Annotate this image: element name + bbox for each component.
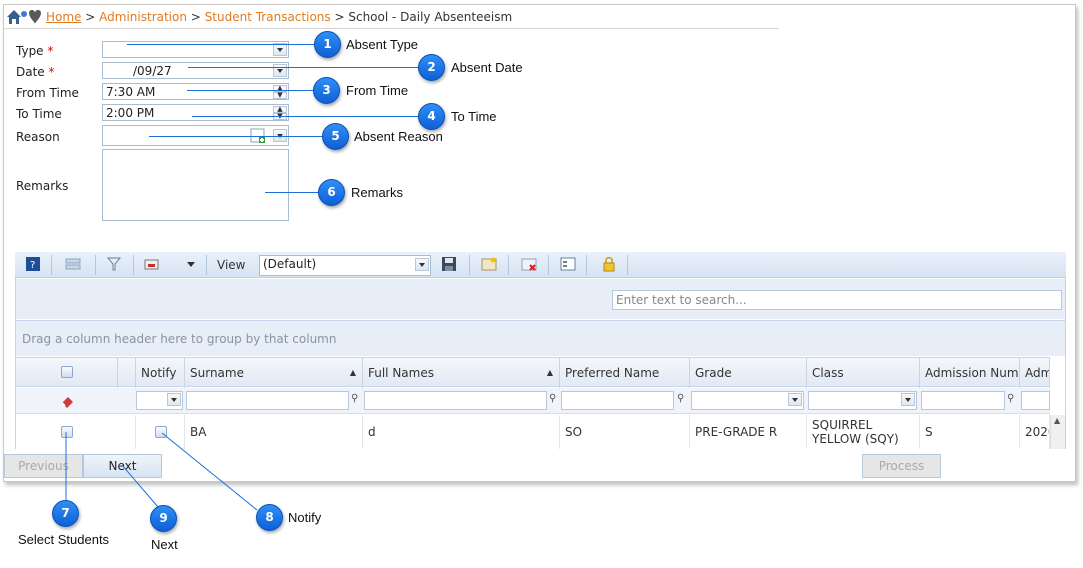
callout-7-text: Select Students — [18, 532, 110, 547]
callout-7-badge: 7 — [52, 500, 79, 527]
callout-9-text: Next — [151, 537, 178, 552]
callout-8-badge: 8 — [256, 504, 283, 531]
callout-8-text: Notify — [288, 510, 322, 525]
callout-9-badge: 9 — [150, 505, 177, 532]
callout-leaders-bottom — [65, 432, 258, 511]
